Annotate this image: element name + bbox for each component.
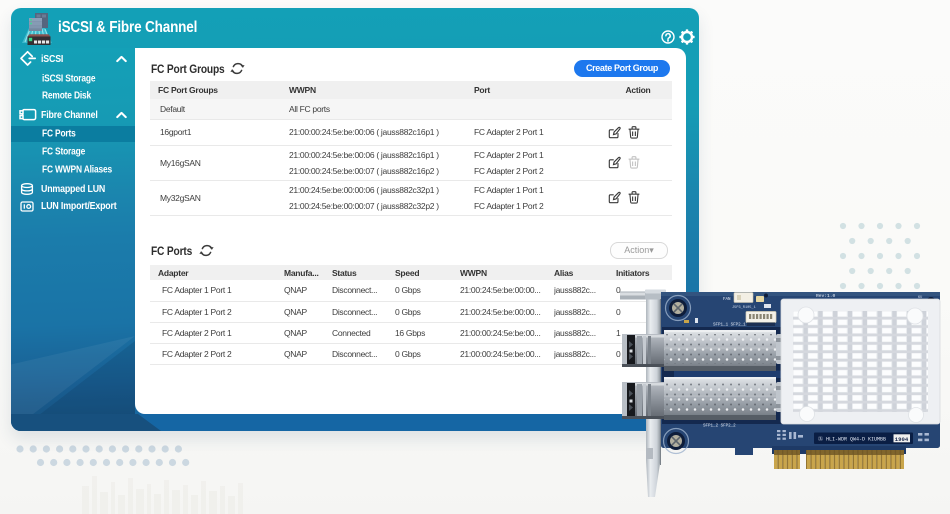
svg-text:SFP1_1 SFP2_1: SFP1_1 SFP2_1 xyxy=(713,324,746,328)
svg-text:Rev:1.0: Rev:1.0 xyxy=(816,293,836,299)
svg-text:FAN: FAN xyxy=(723,298,731,302)
svg-text:Ⓢ HLI-WDR QW4-D KIUMBB: Ⓢ HLI-WDR QW4-D KIUMBB xyxy=(818,436,886,443)
svg-text:J5P3_R105_1: J5P3_R105_1 xyxy=(732,306,756,310)
svg-text:1904: 1904 xyxy=(895,436,909,443)
svg-text:SFP1_2 SFP2_2: SFP1_2 SFP2_2 xyxy=(703,425,736,429)
